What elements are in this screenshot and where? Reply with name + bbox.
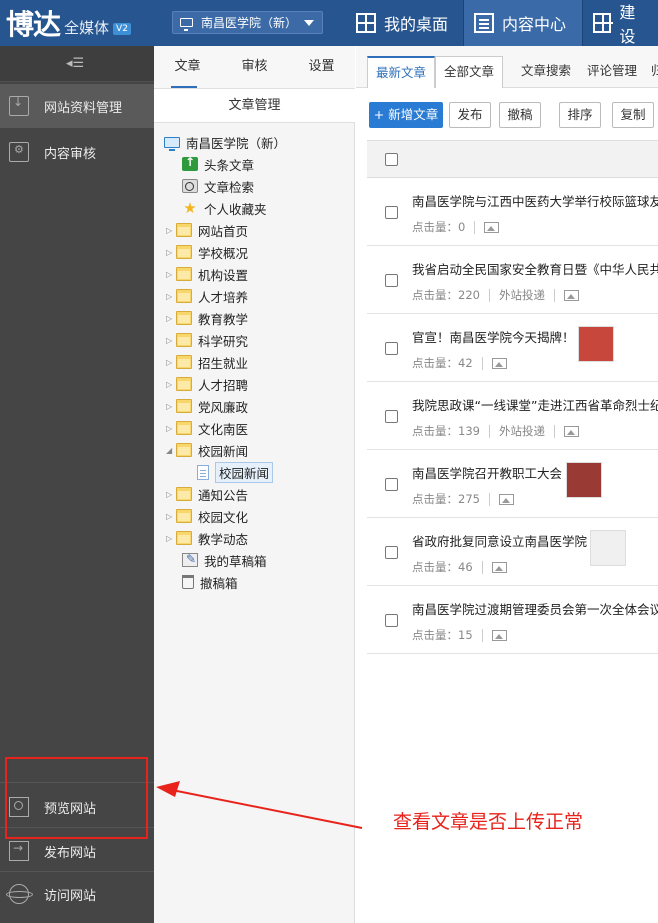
annotation-arrow (156, 781, 363, 829)
annotation-text: 查看文章是否上传正常 (393, 811, 584, 833)
